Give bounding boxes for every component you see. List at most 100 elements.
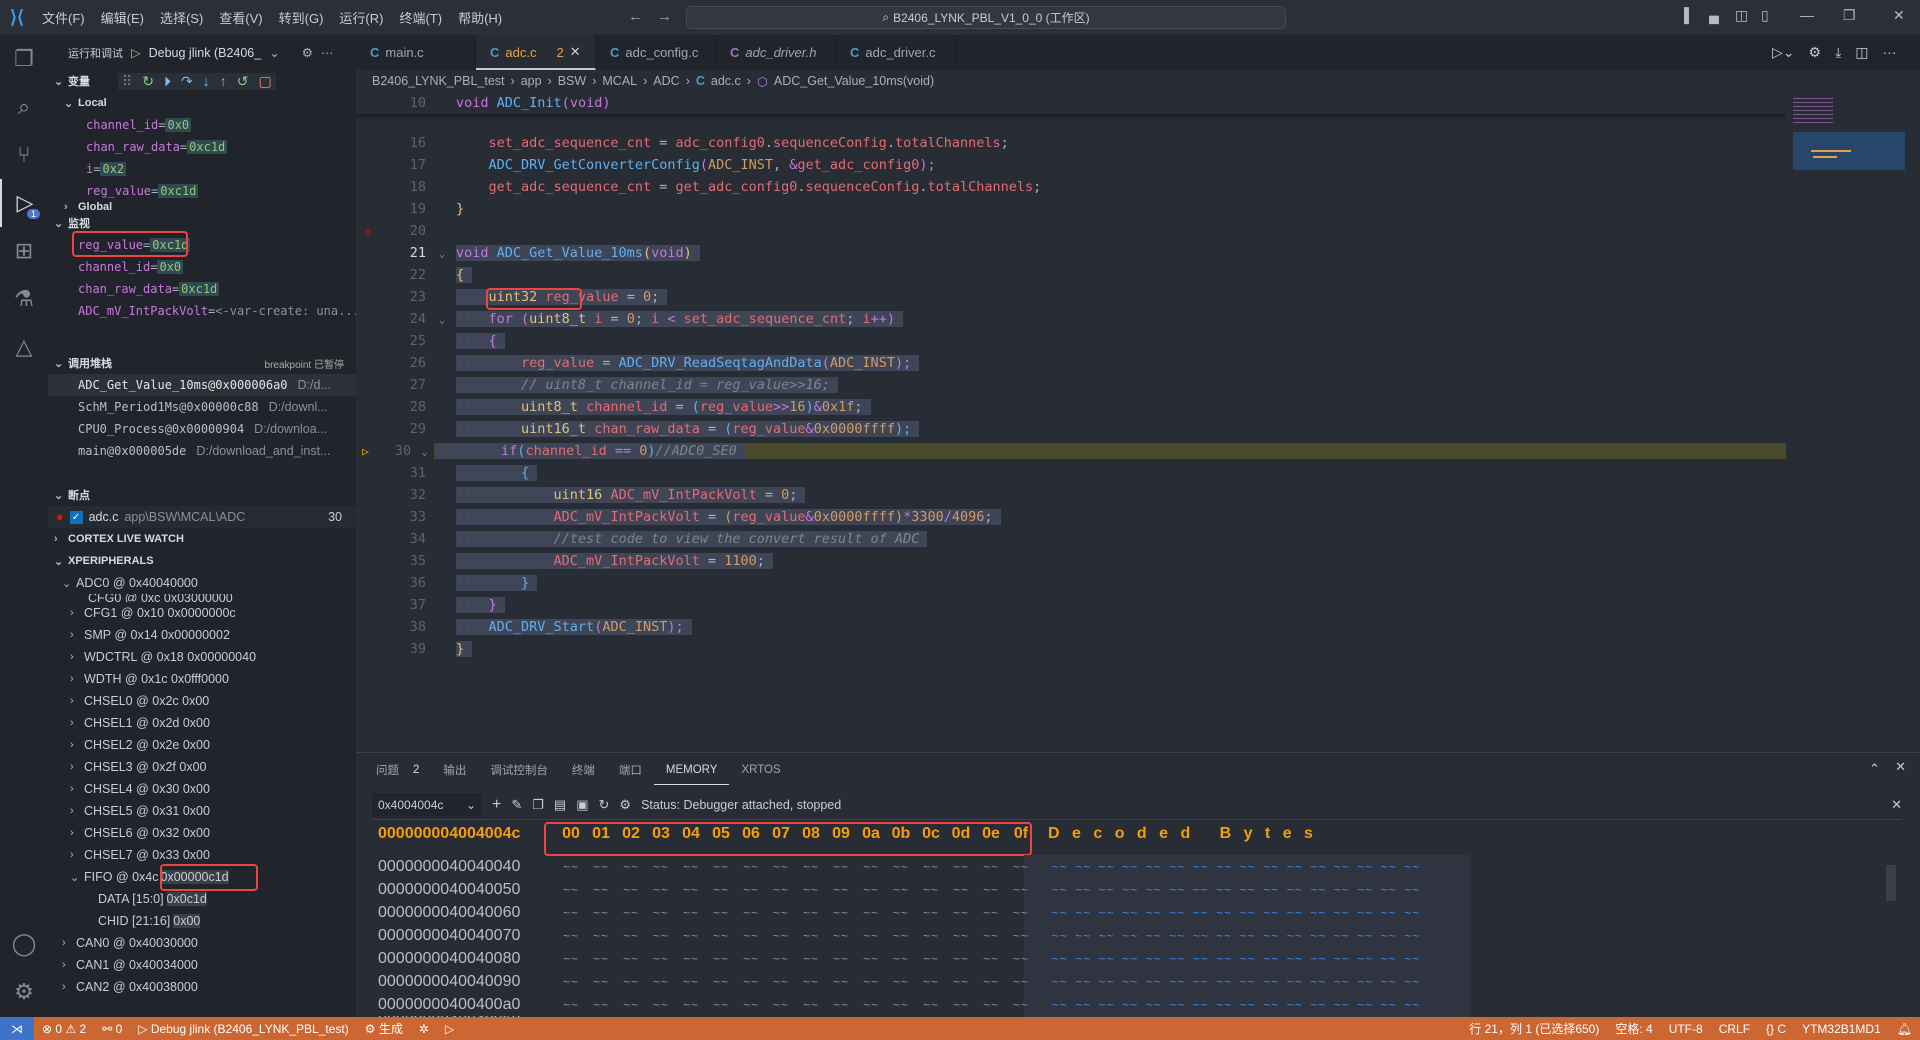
memory-byte[interactable]: ~~ bbox=[1006, 952, 1036, 966]
code-line[interactable]: 38 ····ADC_DRV_Start(ADC_INST); bbox=[356, 616, 1786, 638]
memory-byte[interactable]: ~~ bbox=[766, 952, 796, 966]
memory-byte[interactable]: ~~ bbox=[706, 998, 736, 1012]
memory-byte[interactable]: ~~ bbox=[586, 906, 616, 920]
memory-byte[interactable]: ~~ bbox=[706, 883, 736, 897]
memory-byte[interactable]: ~~ bbox=[886, 975, 916, 989]
variable-item[interactable]: i = 0x2 bbox=[48, 158, 356, 180]
customize-layout-icon[interactable]: ▯ bbox=[1761, 7, 1769, 24]
line-ending[interactable]: CRLF bbox=[1711, 1022, 1758, 1036]
memory-byte[interactable]: ~~ bbox=[766, 860, 796, 874]
register-item[interactable]: › CHSEL2 @ 0x2e 0x00 bbox=[48, 734, 356, 756]
menu-file[interactable]: 文件(F) bbox=[34, 8, 93, 27]
code-line[interactable]: 34 ············//test code to view the co… bbox=[356, 528, 1786, 550]
memory-byte[interactable]: ~~ bbox=[856, 860, 886, 874]
problems-status[interactable]: ⊗ 0 ⚠ 2 bbox=[34, 1022, 94, 1036]
register-item[interactable]: › CHSEL4 @ 0x30 0x00 bbox=[48, 778, 356, 800]
memory-byte[interactable]: ~~ bbox=[1006, 929, 1036, 943]
memory-byte[interactable]: ~~ bbox=[586, 860, 616, 874]
register-item[interactable]: › SMP @ 0x14 0x00000002 bbox=[48, 624, 356, 646]
memory-byte[interactable]: ~~ bbox=[826, 998, 856, 1012]
memory-byte[interactable]: ~~ bbox=[856, 975, 886, 989]
register-item[interactable]: › CHSEL5 @ 0x31 0x00 bbox=[48, 800, 356, 822]
account-icon[interactable]: ◯ bbox=[0, 920, 48, 968]
memory-byte[interactable]: ~~ bbox=[1006, 906, 1036, 920]
code-line[interactable]: 39} bbox=[356, 638, 1786, 660]
toggle-panel-icon[interactable]: ▄ bbox=[1709, 7, 1719, 23]
panel-tab-4[interactable]: 端口 bbox=[607, 755, 654, 785]
memory-byte[interactable]: ~~ bbox=[916, 929, 946, 943]
step-into-icon[interactable]: ↓ bbox=[203, 73, 210, 90]
binary-icon[interactable]: ▤ bbox=[554, 797, 566, 813]
fold-chevron-icon[interactable]: ⌄ bbox=[430, 313, 454, 326]
tab-main-c[interactable]: Cmain.c bbox=[356, 35, 476, 70]
tab-adc-c[interactable]: Cadc.c 2 ✕ bbox=[476, 35, 596, 70]
memory-byte[interactable]: ~~ bbox=[586, 883, 616, 897]
close-window-icon[interactable]: ✕ bbox=[1893, 7, 1905, 24]
callstack-frame[interactable]: ADC_Get_Value_10ms@0x000006a0 D:/d... bbox=[48, 374, 356, 396]
code-line[interactable]: 29 ········uint16_t chan_raw_data = (reg_… bbox=[356, 418, 1786, 440]
memory-row[interactable]: 0000000040040080 ~~ ~~ ~~ ~~ ~~ ~~ ~~ ~~ ~~ ~~ ~~ ~~… bbox=[378, 947, 1424, 970]
run-debug-icon[interactable]: ▷ 1 bbox=[0, 179, 48, 227]
memory-byte[interactable]: ~~ bbox=[676, 975, 706, 989]
close-memory-icon[interactable]: ✕ bbox=[1891, 797, 1902, 813]
indentation[interactable]: 空格: 4 bbox=[1607, 1020, 1660, 1037]
menu-edit[interactable]: 编辑(E) bbox=[93, 8, 152, 27]
memory-byte[interactable]: ~~ bbox=[886, 883, 916, 897]
memory-byte[interactable]: ~~ bbox=[736, 998, 766, 1012]
run-icon[interactable]: ▷ bbox=[437, 1022, 462, 1036]
memory-byte[interactable]: ~~ bbox=[946, 906, 976, 920]
memory-byte[interactable]: ~~ bbox=[946, 998, 976, 1012]
debug-settings-icon[interactable]: ⚙ bbox=[302, 45, 313, 60]
memory-byte[interactable]: ~~ bbox=[646, 952, 676, 966]
memory-byte[interactable]: ~~ bbox=[556, 952, 586, 966]
memory-byte[interactable]: ~~ bbox=[796, 883, 826, 897]
memory-byte[interactable]: ~~ bbox=[766, 906, 796, 920]
memory-byte[interactable]: ~~ bbox=[736, 929, 766, 943]
code-line[interactable]: 25 ····{ bbox=[356, 330, 1786, 352]
encoding[interactable]: UTF-8 bbox=[1661, 1022, 1711, 1036]
panel-tab-6[interactable]: XRTOS bbox=[729, 755, 792, 785]
chevron-down-icon[interactable]: ⌄ bbox=[269, 45, 279, 60]
breakpoint-checkbox[interactable]: ✓ bbox=[69, 510, 83, 524]
callstack-frame[interactable]: main@0x000005de D:/download_and_inst... bbox=[48, 440, 356, 462]
memory-address-select[interactable]: 0x4004004c ⌄ bbox=[372, 792, 482, 817]
debug-session-status[interactable]: ▷ Debug jlink (B2406_LYNK_PBL_test) bbox=[130, 1022, 356, 1036]
memory-byte[interactable]: ~~ bbox=[916, 975, 946, 989]
memory-byte[interactable]: ~~ bbox=[976, 929, 1006, 943]
memory-byte[interactable]: ~~ bbox=[616, 998, 646, 1012]
copy-icon[interactable]: ❐ bbox=[532, 797, 544, 813]
memory-byte[interactable]: ~~ bbox=[886, 952, 916, 966]
memory-byte[interactable]: ~~ bbox=[946, 883, 976, 897]
menu-terminal[interactable]: 终端(T) bbox=[391, 8, 450, 27]
memory-byte[interactable]: ~~ bbox=[706, 906, 736, 920]
memory-byte[interactable]: ~~ bbox=[856, 906, 886, 920]
code-line[interactable]: 31 ········{ bbox=[356, 462, 1786, 484]
memory-byte[interactable]: ~~ bbox=[766, 929, 796, 943]
tab-adc_config-c[interactable]: Cadc_config.c bbox=[596, 35, 716, 70]
memory-byte[interactable]: ~~ bbox=[796, 929, 826, 943]
memory-byte[interactable]: ~~ bbox=[856, 929, 886, 943]
register-cfg0[interactable]: CFG0 @ 0xc 0x03000000 bbox=[48, 594, 356, 602]
memory-byte[interactable]: ~~ bbox=[826, 860, 856, 874]
memory-byte[interactable]: ~~ bbox=[976, 860, 1006, 874]
testing-icon[interactable]: ⚗ bbox=[0, 275, 48, 323]
register-item[interactable]: › CHSEL6 @ 0x32 0x00 bbox=[48, 822, 356, 844]
memory-byte[interactable]: ~~ bbox=[646, 906, 676, 920]
register-item[interactable]: › WDTH @ 0x1c 0x0fff0000 bbox=[48, 668, 356, 690]
memory-byte[interactable]: ~~ bbox=[886, 929, 916, 943]
code-line[interactable]: 35 ············ADC_mV_IntPackVolt = 1100; bbox=[356, 550, 1786, 572]
memory-byte[interactable]: ~~ bbox=[886, 998, 916, 1012]
memory-byte[interactable]: ~~ bbox=[916, 860, 946, 874]
toggle-sidebar-icon[interactable]: ▌ bbox=[1684, 7, 1694, 23]
language-mode[interactable]: {} C bbox=[1758, 1022, 1794, 1036]
tab-adc_driver-h[interactable]: Cadc_driver.h bbox=[716, 35, 836, 70]
forward-arrow-icon[interactable]: → bbox=[657, 8, 672, 25]
memory-byte[interactable]: ~~ bbox=[646, 883, 676, 897]
xperipherals-header[interactable]: ⌄ XPERIPHERALS bbox=[48, 550, 356, 572]
memory-row[interactable]: 0000000040040070 ~~ ~~ ~~ ~~ ~~ ~~ ~~ ~~ ~~ ~~ ~~ ~~… bbox=[378, 924, 1424, 947]
memory-row[interactable]: 0000000040040040 ~~ ~~ ~~ ~~ ~~ ~~ ~~ ~~ ~~ ~~ ~~ ~~… bbox=[378, 855, 1424, 878]
search-icon[interactable]: ⌕ bbox=[0, 83, 48, 131]
drag-handle-icon[interactable]: ⠿ bbox=[122, 73, 132, 90]
tab-adc_driver-c[interactable]: Cadc_driver.c bbox=[836, 35, 956, 70]
memory-byte[interactable]: ~~ bbox=[586, 975, 616, 989]
